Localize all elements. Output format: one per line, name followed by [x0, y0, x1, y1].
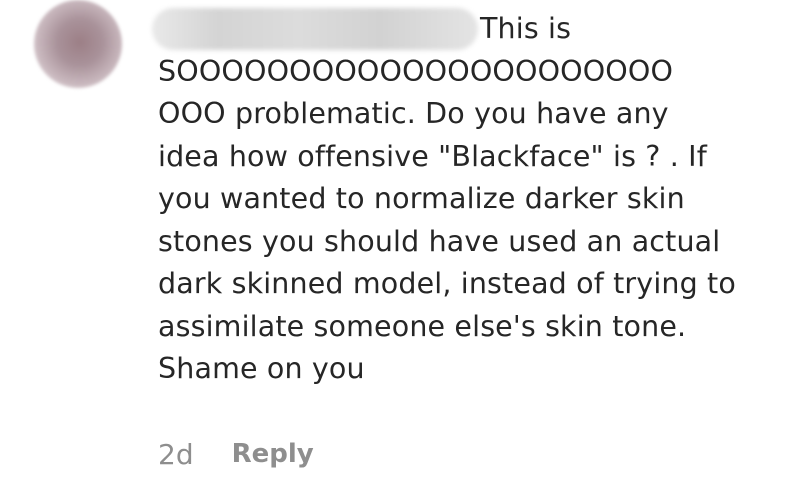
comment-text-content: This is SOOOOOOOOOOOOOOOOOOOOOO OOO prob… — [158, 12, 736, 385]
comment-meta: 2d Reply — [158, 434, 314, 474]
username-spacer — [158, 37, 480, 38]
reply-button[interactable]: Reply — [232, 439, 314, 469]
comment-text: This is SOOOOOOOOOOOOOOOOOOOOOO OOO prob… — [158, 8, 788, 391]
avatar[interactable] — [34, 0, 122, 88]
timestamp[interactable]: 2d — [158, 438, 194, 471]
comment: This is SOOOOOOOOOOOOOOOOOOOOOO OOO prob… — [0, 0, 800, 478]
